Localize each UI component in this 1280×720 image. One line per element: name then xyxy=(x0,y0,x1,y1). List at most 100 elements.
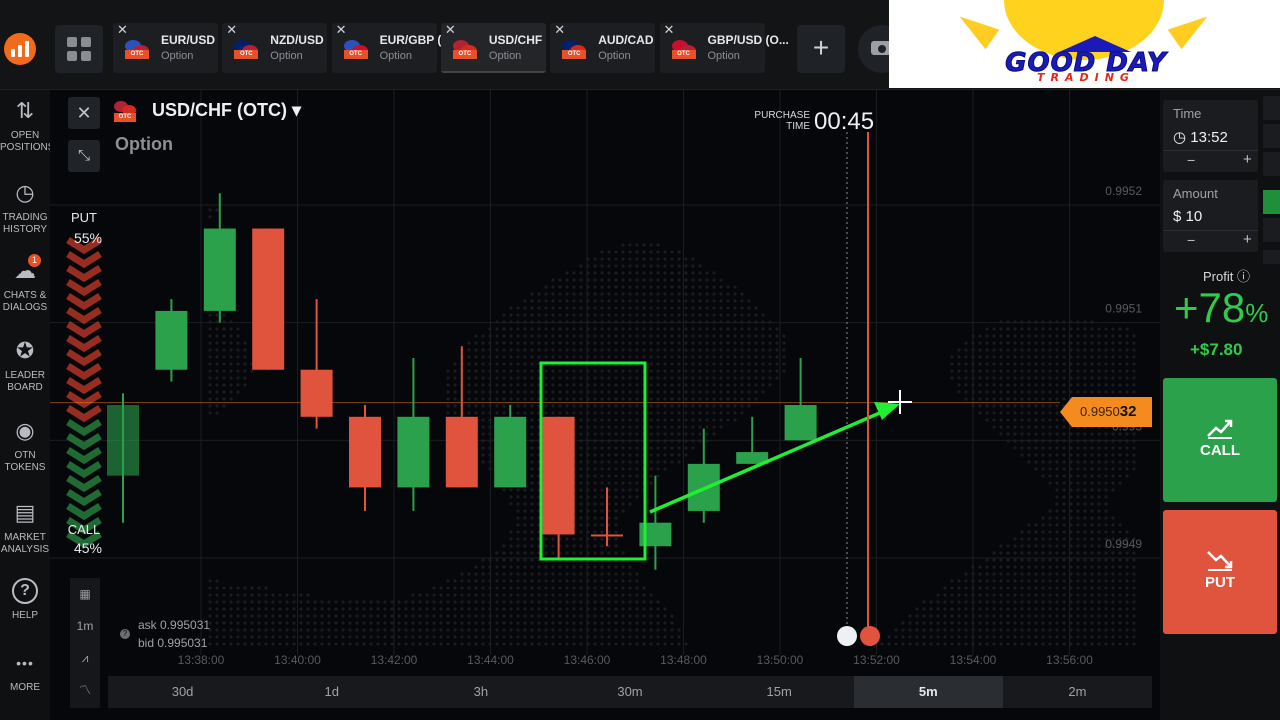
price-chart[interactable]: 13:38:00 13:40:00 13:42:00 13:44:00 13:46:00… xyxy=(50,90,1160,720)
timeframe-5m[interactable]: 5m xyxy=(853,676,1003,708)
sidebar-item-chat[interactable]: ☁ 1 CHATS & DIALOGS xyxy=(0,254,50,314)
asset-tab[interactable]: ✕ OTC EUR/GBP (Option xyxy=(331,23,441,73)
help-icon[interactable]: ? xyxy=(120,629,130,639)
timeframe-15m[interactable]: 15m xyxy=(705,676,854,708)
map-dot xyxy=(306,621,310,625)
map-dot xyxy=(754,383,758,387)
map-dot xyxy=(761,327,765,331)
map-dot xyxy=(1104,516,1108,520)
map-dot xyxy=(1118,593,1122,597)
timeframe-1d[interactable]: 1d xyxy=(257,676,406,708)
time-decrease-button[interactable]: − xyxy=(1187,152,1195,168)
chart-type-icon[interactable]: ▦ xyxy=(70,578,100,610)
time-increase-button[interactable]: + xyxy=(1243,151,1252,168)
asset-selector[interactable]: USD/CHF (OTC) ▾ xyxy=(152,100,301,121)
map-dot xyxy=(1020,425,1024,429)
timeframe-3h[interactable]: 3h xyxy=(406,676,555,708)
sidebar-item-trophy[interactable]: ✪ LEADER BOARD xyxy=(0,338,50,394)
close-tab-icon[interactable]: ✕ xyxy=(445,23,456,37)
sidebar-item-analysis[interactable]: ▤ MARKET ANALYSIS xyxy=(0,500,50,556)
amount-box[interactable]: Amount $ 10 − + xyxy=(1163,180,1258,252)
map-dot xyxy=(1118,467,1122,471)
time-box[interactable]: Time ◷ 13:52 − + xyxy=(1163,100,1258,172)
map-dot xyxy=(992,565,996,569)
timeframe-2m[interactable]: 2m xyxy=(1003,676,1152,708)
map-dot xyxy=(530,628,534,632)
map-dot xyxy=(1062,418,1066,422)
map-dot xyxy=(656,460,660,464)
close-tab-icon[interactable]: ✕ xyxy=(117,23,128,37)
map-dot xyxy=(1076,502,1080,506)
close-tab-icon[interactable]: ✕ xyxy=(554,23,565,37)
map-dot xyxy=(208,607,212,611)
map-dot xyxy=(1020,411,1024,415)
put-button[interactable]: PUT xyxy=(1163,510,1277,634)
map-dot xyxy=(572,306,576,310)
asset-tab[interactable]: ✕ OTC AUD/CAD Option xyxy=(550,23,656,73)
sidebar-item-arrows-updown[interactable]: ⇅ OPEN POSITIONS xyxy=(0,98,54,154)
side-tool-arrow-icon[interactable] xyxy=(1263,250,1280,264)
map-dot xyxy=(649,271,653,275)
asset-tab[interactable]: ✕ OTC USD/CHF Option xyxy=(440,23,546,73)
map-dot xyxy=(719,341,723,345)
side-tool-dollar-icon[interactable] xyxy=(1263,124,1280,148)
sidebar-item-token[interactable]: ◉ OTN TOKENS xyxy=(0,418,50,474)
timeframe-30d[interactable]: 30d xyxy=(108,676,257,708)
map-dot xyxy=(481,411,485,415)
amount-decrease-button[interactable]: − xyxy=(1187,232,1195,248)
map-dot xyxy=(1013,565,1017,569)
map-dot xyxy=(992,362,996,366)
map-dot xyxy=(964,600,968,604)
side-tool-chart-icon[interactable] xyxy=(1263,152,1280,176)
sidebar-item-help[interactable]: ? HELP xyxy=(0,578,50,622)
map-dot xyxy=(208,593,212,597)
asset-tab[interactable]: ✕ OTC NZD/USD Option xyxy=(222,23,328,73)
side-tool-square-icon[interactable] xyxy=(1263,96,1280,120)
brand-logo-icon[interactable] xyxy=(4,33,36,65)
map-dot xyxy=(215,642,219,646)
amount-increase-button[interactable]: + xyxy=(1243,231,1252,248)
time-value[interactable]: ◷ 13:52 xyxy=(1173,128,1228,146)
map-dot xyxy=(663,278,667,282)
sidebar-item-history[interactable]: ◷ TRADING HISTORY xyxy=(0,180,50,236)
map-dot xyxy=(978,334,982,338)
map-dot xyxy=(978,397,982,401)
map-dot xyxy=(1104,530,1108,534)
collapse-icon[interactable]: ⤡ xyxy=(68,140,100,172)
close-chart-button[interactable]: ✕ xyxy=(68,97,100,129)
asset-tab[interactable]: ✕ OTC GBP/USD (O... Option xyxy=(659,23,789,73)
timeframe-30m[interactable]: 30m xyxy=(555,676,704,708)
indicator-icon[interactable]: 〽 xyxy=(70,674,100,706)
close-tab-icon[interactable]: ✕ xyxy=(336,23,347,37)
map-dot xyxy=(1104,607,1108,611)
asset-tab[interactable]: ✕ OTC EUR/USD Option xyxy=(113,23,218,73)
map-dot xyxy=(278,607,282,611)
map-dot xyxy=(1034,642,1038,646)
map-dot xyxy=(278,593,282,597)
candle-interval-button[interactable]: 1m xyxy=(70,610,100,642)
map-dot xyxy=(1027,544,1031,548)
chart-area[interactable]: 13:38:00 13:40:00 13:42:00 13:44:00 13:46:00… xyxy=(50,90,1160,720)
call-button[interactable]: CALL xyxy=(1163,378,1277,502)
sidebar-item-more[interactable]: ••• MORE xyxy=(0,650,50,694)
drawing-tool-icon[interactable]: ⩘ xyxy=(70,642,100,674)
add-asset-button[interactable]: + xyxy=(797,25,845,73)
side-tool-green-icon[interactable] xyxy=(1263,190,1280,214)
map-dot xyxy=(1097,383,1101,387)
map-dot xyxy=(1132,586,1136,590)
close-tab-icon[interactable]: ✕ xyxy=(226,23,237,37)
amount-value[interactable]: $ 10 xyxy=(1173,208,1202,225)
map-dot xyxy=(285,635,289,639)
map-dot xyxy=(229,376,233,380)
map-dot xyxy=(992,614,996,618)
map-dot xyxy=(1055,376,1059,380)
asset-grid-button[interactable] xyxy=(55,25,103,73)
map-dot xyxy=(397,614,401,618)
map-dot xyxy=(656,418,660,422)
close-tab-icon[interactable]: ✕ xyxy=(664,23,675,37)
side-tool-minus-icon[interactable] xyxy=(1263,218,1280,242)
map-dot xyxy=(271,621,275,625)
map-dot xyxy=(684,348,688,352)
map-dot xyxy=(1041,586,1045,590)
map-dot xyxy=(257,642,261,646)
